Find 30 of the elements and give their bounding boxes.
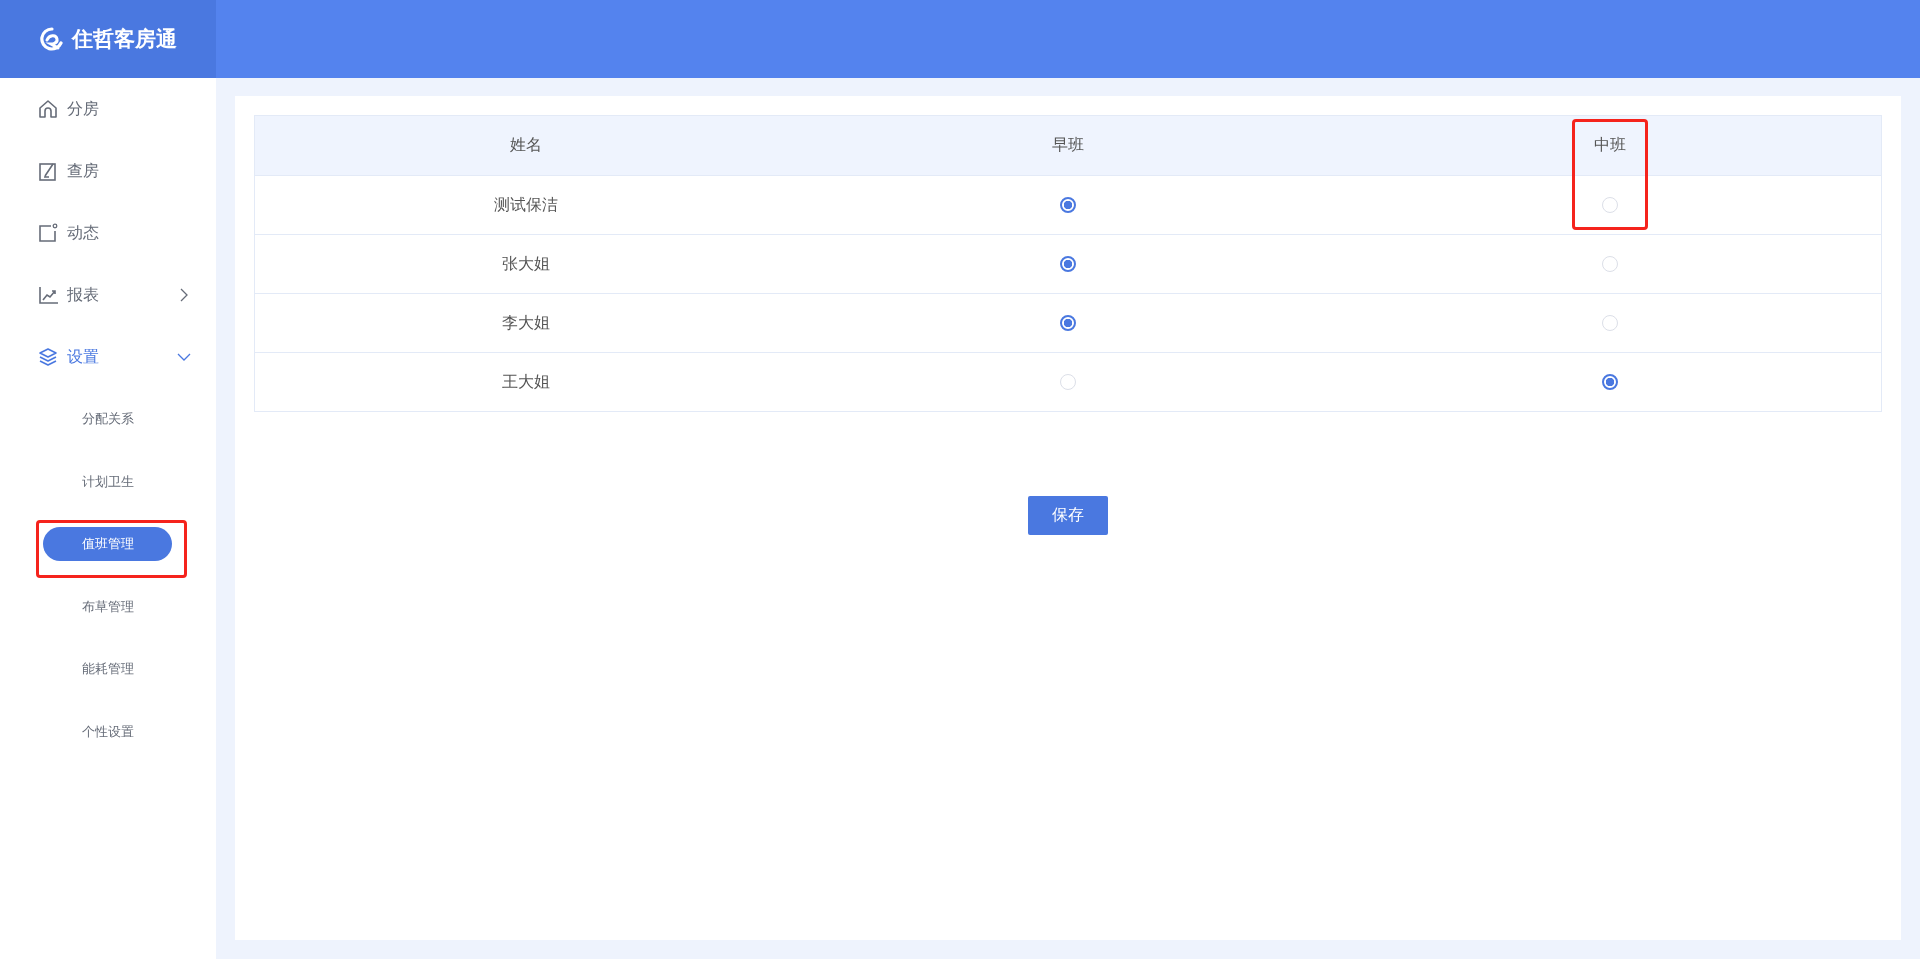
submenu-item[interactable]: 计划卫生 <box>43 464 172 499</box>
column-header: 中班 <box>1594 135 1626 156</box>
table-cell: 王大姐 <box>502 371 550 393</box>
radio-button[interactable] <box>1060 256 1076 272</box>
app-title: 住哲客房通 <box>71 26 177 53</box>
table-cell: 张大姐 <box>502 253 550 275</box>
column-header: 早班 <box>1052 135 1084 156</box>
submenu-item[interactable]: 个性设置 <box>43 714 172 749</box>
home-icon <box>38 99 58 119</box>
submenu-item[interactable]: 能耗管理 <box>43 652 172 687</box>
radio-button[interactable] <box>1060 197 1076 213</box>
table-cell: 李大姐 <box>502 312 550 334</box>
layers-icon <box>38 347 58 367</box>
submenu-item[interactable]: 值班管理 <box>43 527 172 562</box>
radio-button[interactable] <box>1602 374 1618 390</box>
sidebar-item[interactable]: 报表 <box>0 264 216 326</box>
save-button[interactable]: 保存 <box>1028 496 1108 535</box>
submenu-item[interactable]: 布草管理 <box>43 589 172 624</box>
edit-icon <box>38 161 58 181</box>
sidebar-item[interactable]: 设置 <box>0 326 216 388</box>
chart-icon <box>38 285 58 305</box>
submenu-item[interactable]: 分配关系 <box>43 402 172 437</box>
sidebar-item[interactable]: 查房 <box>0 140 216 202</box>
column-header: 姓名 <box>510 135 542 156</box>
square-icon <box>38 223 58 243</box>
sidebar-item[interactable]: 动态 <box>0 202 216 264</box>
sidebar-item[interactable]: 分房 <box>0 78 216 140</box>
logo-icon <box>39 27 64 51</box>
table-cell: 测试保洁 <box>494 194 558 216</box>
radio-button[interactable] <box>1060 315 1076 331</box>
